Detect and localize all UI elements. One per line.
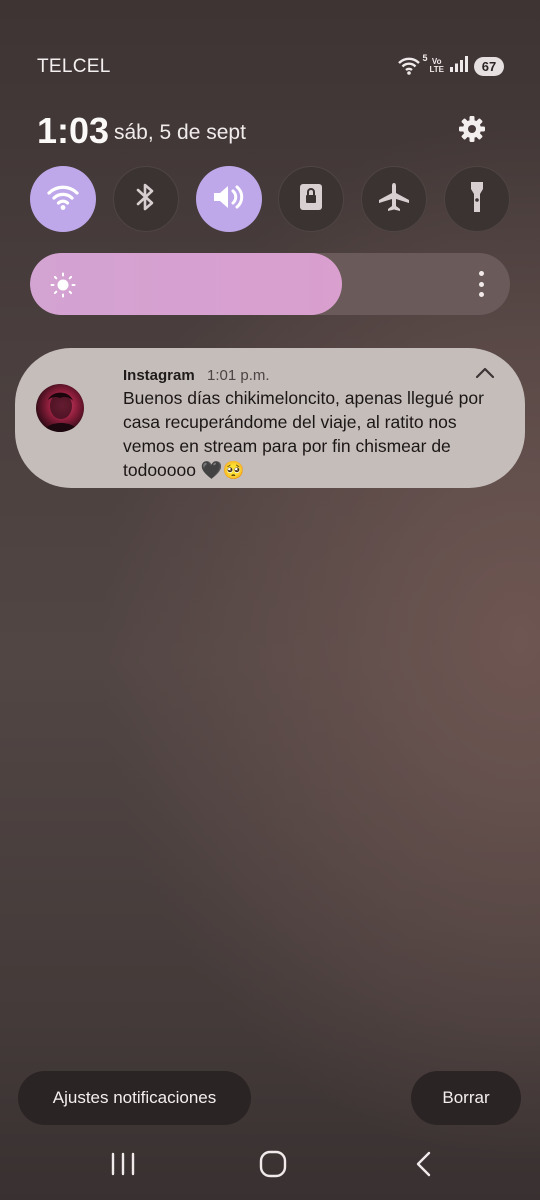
airplane-icon	[377, 181, 411, 218]
clear-button[interactable]: Borrar	[411, 1071, 521, 1125]
wifi-icon	[46, 183, 80, 216]
signal-icon	[450, 55, 468, 77]
flashlight-toggle[interactable]	[444, 166, 510, 232]
notification-time: 1:01 p.m.	[207, 367, 270, 384]
airplane-toggle[interactable]	[361, 166, 428, 232]
notification-message: Buenos días chikimeloncito, apenas llegu…	[123, 388, 484, 480]
notification-app-name: Instagram	[123, 367, 195, 384]
carrier-name: TELCEL	[37, 56, 111, 77]
battery-indicator: 67	[474, 56, 504, 76]
flashlight-icon	[467, 180, 487, 219]
status-icons: 5 Vo LTE 67	[397, 53, 504, 78]
sound-icon	[211, 182, 247, 217]
collapse-chevron-icon[interactable]	[474, 364, 496, 382]
date: sáb, 5 de sept	[114, 121, 246, 144]
avatar	[36, 384, 84, 432]
back-icon[interactable]	[408, 1148, 442, 1180]
more-options-icon[interactable]	[478, 271, 484, 297]
screen-lock-icon	[298, 182, 324, 217]
screen-lock-toggle[interactable]	[278, 166, 345, 232]
sun-icon	[50, 272, 76, 303]
wifi-toggle[interactable]	[30, 166, 96, 232]
brightness-slider[interactable]	[30, 253, 510, 315]
wifi-badge: 5	[422, 53, 428, 63]
home-icon[interactable]	[256, 1148, 290, 1180]
clock: 1:03	[37, 110, 110, 151]
wifi-status-icon: 5	[397, 53, 427, 76]
notification-settings-button[interactable]: Ajustes notificaciones	[18, 1071, 251, 1125]
recent-apps-icon[interactable]	[106, 1148, 140, 1180]
quick-settings-toggles	[30, 166, 510, 232]
bluetooth-icon	[135, 181, 157, 218]
sound-toggle[interactable]	[195, 166, 262, 232]
settings-gear-icon[interactable]	[457, 114, 487, 144]
volte-indicator: Vo LTE	[429, 57, 444, 74]
bluetooth-toggle[interactable]	[112, 166, 179, 232]
brightness-level-fill	[30, 253, 342, 315]
